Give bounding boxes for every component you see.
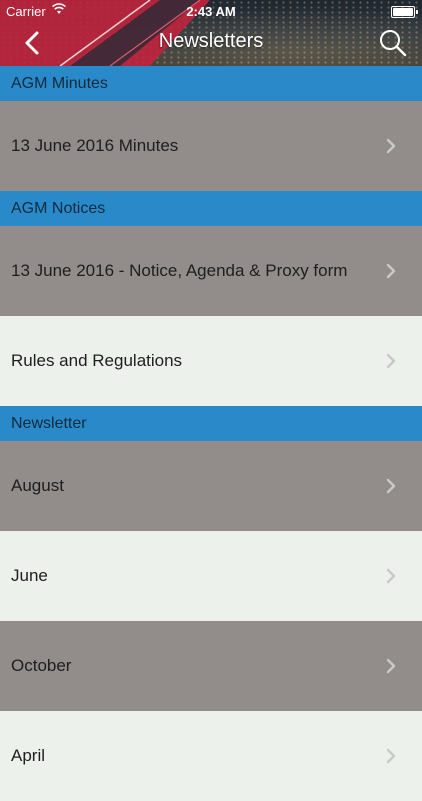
- list-item[interactable]: Rules and Regulations: [0, 316, 422, 406]
- newsletter-list: AGM Minutes 13 June 2016 Minutes AGM Not…: [0, 66, 422, 801]
- nav-bar: Carrier 2:43 AM Newsletters: [0, 0, 422, 66]
- status-time: 2:43 AM: [186, 4, 236, 19]
- list-item-label: April: [11, 746, 46, 765]
- list-item[interactable]: June: [0, 531, 422, 621]
- list-item[interactable]: April: [0, 711, 422, 801]
- list-item[interactable]: August: [0, 441, 422, 531]
- search-button[interactable]: [378, 28, 408, 58]
- list-item-label: Rules and Regulations: [11, 351, 183, 370]
- chevron-right-icon: [386, 658, 396, 674]
- list-item-label: August: [11, 476, 64, 495]
- chevron-right-icon: [386, 263, 396, 279]
- section-header-newsletter: Newsletter: [0, 406, 422, 441]
- section-header-agm-notices: AGM Notices: [0, 191, 422, 226]
- list-item-label: 13 June 2016 - Notice, Agenda & Proxy fo…: [11, 261, 348, 280]
- list-item-label: October: [11, 656, 72, 675]
- chevron-right-icon: [386, 568, 396, 584]
- search-icon: [380, 30, 407, 57]
- status-bar: Carrier 2:43 AM: [0, 0, 422, 22]
- page-title: Newsletters: [158, 30, 264, 52]
- chevron-right-icon: [386, 478, 396, 494]
- battery-icon: [391, 6, 418, 18]
- list-item-label: June: [11, 566, 48, 585]
- list-item[interactable]: 13 June 2016 Minutes: [0, 101, 422, 191]
- list-item[interactable]: 13 June 2016 - Notice, Agenda & Proxy fo…: [0, 226, 422, 316]
- list-item-label: 13 June 2016 Minutes: [11, 136, 179, 155]
- chevron-right-icon: [386, 748, 396, 764]
- chevron-right-icon: [386, 138, 396, 154]
- list-item[interactable]: October: [0, 621, 422, 711]
- section-header-agm-minutes: AGM Minutes: [0, 66, 422, 101]
- chevron-right-icon: [386, 353, 396, 369]
